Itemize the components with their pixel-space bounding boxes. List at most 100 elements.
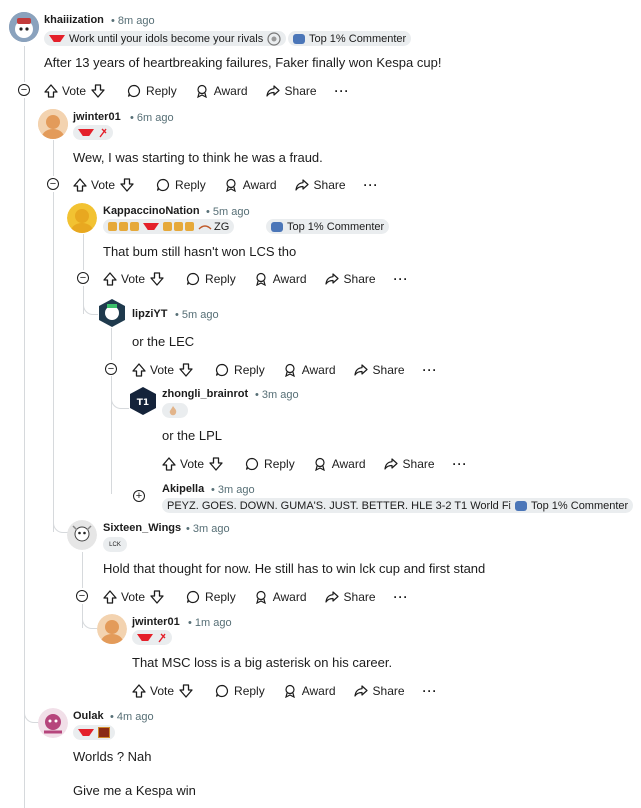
more-options-button[interactable]: ··· [394, 590, 409, 604]
avatar[interactable]: T1 [128, 386, 158, 416]
comment-text: or the LPL [162, 428, 222, 443]
username[interactable]: khaiiization [44, 14, 104, 26]
vote-control: Vote [44, 84, 105, 98]
award-icon [314, 457, 325, 471]
share-button[interactable]: Share [383, 457, 435, 471]
downvote-icon[interactable] [179, 363, 193, 377]
downvote-icon[interactable] [179, 684, 193, 698]
vote-control: Vote [73, 178, 134, 192]
collapse-toggle-icon[interactable]: − [76, 590, 88, 602]
username[interactable]: jwinter01 [132, 616, 180, 628]
award-button[interactable]: Award [254, 590, 307, 604]
thread-line [24, 46, 25, 82]
comment-text: That MSC loss is a big asterisk on his c… [132, 655, 393, 670]
reply-button[interactable]: Reply [127, 84, 177, 98]
badge-icon [293, 33, 305, 44]
share-button[interactable]: Share [324, 272, 376, 286]
share-button[interactable]: Share [353, 684, 405, 698]
collapse-toggle-icon[interactable]: − [47, 178, 59, 190]
upvote-icon[interactable] [162, 457, 176, 471]
trophy-icon [185, 222, 194, 231]
collapse-toggle-icon[interactable]: − [105, 363, 117, 375]
avatar[interactable] [67, 203, 97, 233]
upvote-icon[interactable] [103, 272, 117, 286]
upvote-icon[interactable] [132, 684, 146, 698]
reply-button[interactable]: Reply [215, 684, 265, 698]
upvote-icon[interactable] [73, 178, 87, 192]
more-options-button[interactable]: ··· [453, 457, 468, 471]
comment-actions: Vote Reply Award Share ··· [73, 175, 397, 195]
reply-button[interactable]: Reply [245, 457, 295, 471]
comment-text: Give me a Kespa win [73, 783, 196, 798]
award-button[interactable]: Award [254, 272, 307, 286]
user-flair: Work until your idols become your rivals [44, 31, 287, 46]
share-button[interactable]: Share [353, 363, 405, 377]
username[interactable]: Sixteen_Wings [103, 522, 181, 534]
vote-control: Vote [162, 457, 223, 471]
upvote-icon[interactable] [103, 590, 117, 604]
more-options-button[interactable]: ··· [364, 178, 379, 192]
reply-button[interactable]: Reply [186, 272, 236, 286]
avatar[interactable] [97, 614, 127, 644]
vote-label: Vote [150, 363, 175, 377]
user-flair: LCK [103, 537, 127, 552]
award-icon [196, 84, 207, 98]
reply-button[interactable]: Reply [186, 590, 236, 604]
upvote-icon[interactable] [44, 84, 58, 98]
share-button[interactable]: Share [294, 178, 346, 192]
top-commenter-badge: Top 1% Commenter [266, 219, 390, 234]
t1-logo-icon [143, 223, 159, 230]
downvote-icon[interactable] [209, 457, 223, 471]
thread-branch [82, 614, 97, 629]
more-options-button[interactable]: ··· [423, 363, 438, 377]
collapse-toggle-icon[interactable]: − [18, 84, 30, 96]
username[interactable]: jwinter01 [73, 111, 121, 123]
comment-actions: Vote Reply Award Share ··· [103, 587, 427, 607]
collapse-toggle-icon[interactable]: − [77, 272, 89, 284]
avatar[interactable] [9, 12, 39, 42]
avatar[interactable] [67, 520, 97, 550]
vote-control: Vote [103, 272, 164, 286]
comment-text: Hold that thought for now. He still has … [103, 561, 486, 576]
vote-control: Vote [132, 363, 193, 377]
thread-line [53, 140, 54, 176]
more-options-button[interactable]: ··· [335, 84, 350, 98]
award-button[interactable]: Award [283, 363, 336, 377]
reply-button[interactable]: Reply [215, 363, 265, 377]
award-button[interactable]: Award [224, 178, 277, 192]
award-icon [255, 272, 266, 286]
avatar[interactable] [38, 708, 68, 738]
more-options-button[interactable]: ··· [394, 272, 409, 286]
downvote-icon[interactable] [150, 590, 164, 604]
award-button[interactable]: Award [195, 84, 248, 98]
comment-actions: Vote Reply Award Share ··· [44, 81, 368, 101]
username[interactable]: zhongli_brainrot [162, 388, 248, 400]
share-button[interactable]: Share [265, 84, 317, 98]
award-button[interactable]: Award [283, 684, 336, 698]
award-button[interactable]: Award [313, 457, 366, 471]
upvote-icon[interactable] [132, 363, 146, 377]
comment-actions: Vote Reply Award Share ··· [162, 454, 486, 474]
username[interactable]: Akipella [162, 483, 204, 495]
thread-branch [83, 300, 98, 315]
avatar[interactable] [38, 109, 68, 139]
downvote-icon[interactable] [91, 84, 105, 98]
trophy-icon [119, 222, 128, 231]
timestamp: • 6m ago [130, 112, 174, 124]
avatar[interactable] [97, 298, 127, 328]
downvote-icon[interactable] [150, 272, 164, 286]
user-flair [73, 125, 113, 140]
username[interactable]: KappaccinoNation [103, 205, 200, 217]
share-icon [294, 179, 309, 191]
reply-button[interactable]: Reply [156, 178, 206, 192]
award-icon [284, 363, 295, 377]
downvote-icon[interactable] [120, 178, 134, 192]
expand-toggle-icon[interactable]: + [133, 490, 145, 502]
more-options-button[interactable]: ··· [423, 684, 438, 698]
username[interactable]: lipziYT [132, 308, 167, 320]
username[interactable]: Oulak [73, 710, 104, 722]
share-button[interactable]: Share [324, 590, 376, 604]
vote-label: Vote [121, 272, 146, 286]
comment-text: or the LEC [132, 334, 195, 349]
comment-actions: Vote Reply Award Share ··· [103, 269, 427, 289]
